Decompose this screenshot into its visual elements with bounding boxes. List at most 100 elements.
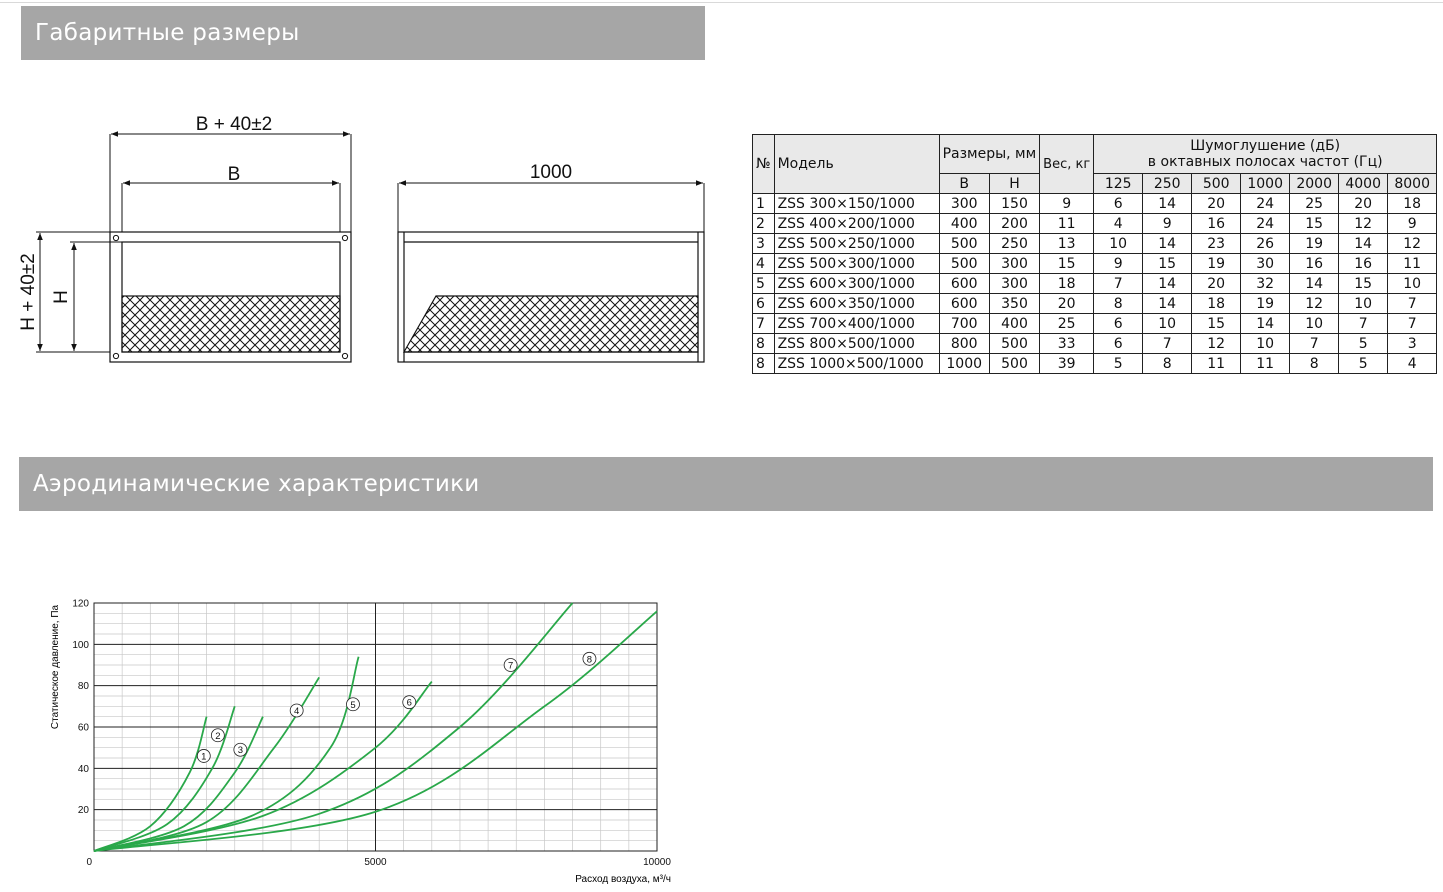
cell-no: 8 (752, 333, 775, 354)
cell-model: ZSS 800×500/1000 (773, 333, 940, 354)
series-label-1: 1 (201, 751, 206, 762)
cell-attenuation: 18 (1387, 193, 1438, 214)
table-row: 6 ZSS 600×350/1000 600 350 20 8 14 18 19 12 10 7 (752, 293, 1438, 314)
y-tick-label: 100 (72, 640, 89, 651)
series-label-6: 6 (407, 698, 412, 709)
cell-b: 400 (938, 213, 990, 234)
side-view-drawing: 1000 (397, 162, 705, 363)
cell-h: 300 (988, 273, 1041, 294)
cell-h: 350 (988, 293, 1041, 314)
th-noise-line2: в октавных полосах частот (Гц) (1147, 154, 1383, 170)
cell-attenuation: 24 (1240, 193, 1291, 214)
cell-attenuation: 23 (1191, 233, 1242, 254)
cell-attenuation: 16 (1338, 253, 1389, 274)
cell-attenuation: 10 (1387, 273, 1438, 294)
cell-h: 150 (988, 193, 1041, 214)
table-row: 1 ZSS 300×150/1000 300 150 9 6 14 20 24 25 20 18 (752, 193, 1438, 214)
th-freq: 250 (1142, 173, 1193, 194)
section-title-dimensions: Габаритные размеры (21, 6, 705, 60)
cell-no: 3 (752, 233, 775, 254)
cell-attenuation: 6 (1093, 193, 1144, 214)
th-freq: 4000 (1338, 173, 1389, 194)
cell-weight: 15 (1039, 253, 1095, 274)
series-label-2: 2 (215, 731, 220, 742)
cell-attenuation: 14 (1289, 273, 1340, 294)
th-b: B (938, 173, 990, 194)
cell-attenuation: 10 (1289, 313, 1340, 334)
cell-attenuation: 19 (1191, 253, 1242, 274)
th-noise-line1: Шумоглушение (дБ) (1190, 138, 1341, 154)
cell-h: 200 (988, 213, 1041, 234)
cell-attenuation: 7 (1387, 293, 1438, 314)
section-title-aero: Аэродинамические характеристики (19, 457, 1433, 511)
cell-attenuation: 12 (1338, 213, 1389, 234)
y-tick-label: 60 (78, 723, 90, 734)
y-tick-label: 80 (78, 681, 90, 692)
cell-attenuation: 26 (1240, 233, 1291, 254)
cell-weight: 39 (1039, 353, 1095, 374)
cell-h: 250 (988, 233, 1041, 254)
cell-attenuation: 10 (1338, 293, 1389, 314)
x-tick-label: 5000 (364, 857, 387, 868)
th-size: Размеры, мм (938, 134, 1041, 174)
cell-model: ZSS 700×400/1000 (773, 313, 940, 334)
outer-width-label: B + 40±2 (196, 114, 272, 135)
cell-weight: 18 (1039, 273, 1095, 294)
series-label-4: 4 (294, 706, 299, 717)
cell-h: 500 (988, 333, 1041, 354)
cell-weight: 25 (1039, 313, 1095, 334)
cell-model: ZSS 1000×500/1000 (773, 353, 940, 374)
cell-attenuation: 11 (1191, 353, 1242, 374)
inner-height-label: H (51, 290, 72, 304)
cell-attenuation: 16 (1191, 213, 1242, 234)
th-noise: Шумоглушение (дБ) в октавных полосах час… (1093, 134, 1438, 174)
cell-attenuation: 32 (1240, 273, 1291, 294)
cell-attenuation: 19 (1289, 233, 1340, 254)
th-no: № (752, 134, 775, 194)
cell-no: 6 (752, 293, 775, 314)
length-label: 1000 (530, 162, 572, 183)
cell-model: ZSS 300×150/1000 (773, 193, 940, 214)
cell-weight: 9 (1039, 193, 1095, 214)
x-tick-label: 10000 (643, 857, 671, 868)
cell-attenuation: 20 (1191, 193, 1242, 214)
cell-weight: 20 (1039, 293, 1095, 314)
cell-model: ZSS 500×250/1000 (773, 233, 940, 254)
cell-b: 700 (938, 313, 990, 334)
th-freq: 1000 (1240, 173, 1291, 194)
y-axis-label: Статическое давление, Па (50, 604, 61, 729)
front-view-drawing: B + 40±2 B H + 40±2 H (18, 114, 352, 363)
side-absorber-hatch (402, 295, 699, 353)
cell-attenuation: 12 (1191, 333, 1242, 354)
series-label-5: 5 (350, 700, 355, 711)
cell-no: 2 (752, 213, 775, 234)
th-freq: 8000 (1387, 173, 1438, 194)
cell-attenuation: 14 (1142, 293, 1193, 314)
y-tick-label: 120 (72, 599, 89, 610)
cell-no: 7 (752, 313, 775, 334)
cell-attenuation: 8 (1289, 353, 1340, 374)
cell-b: 300 (938, 193, 990, 214)
x-axis-label: Расход воздуха, м³/ч (575, 874, 671, 885)
cell-attenuation: 7 (1093, 273, 1144, 294)
cell-no: 1 (752, 193, 775, 214)
cell-attenuation: 5 (1338, 353, 1389, 374)
cell-attenuation: 7 (1142, 333, 1193, 354)
cell-attenuation: 5 (1338, 333, 1389, 354)
table-row: 7 ZSS 700×400/1000 700 400 25 6 10 15 14 10 7 7 (752, 313, 1438, 334)
th-freq: 125 (1093, 173, 1144, 194)
cell-attenuation: 15 (1142, 253, 1193, 274)
cell-attenuation: 12 (1289, 293, 1340, 314)
cell-attenuation: 14 (1142, 233, 1193, 254)
x-tick-label: 0 (86, 857, 92, 868)
cell-model: ZSS 500×300/1000 (773, 253, 940, 274)
cell-no: 5 (752, 273, 775, 294)
cell-attenuation: 24 (1240, 213, 1291, 234)
cell-attenuation: 4 (1387, 353, 1438, 374)
cell-attenuation: 7 (1338, 313, 1389, 334)
cell-model: ZSS 600×350/1000 (773, 293, 940, 314)
cell-h: 400 (988, 313, 1041, 334)
cell-attenuation: 20 (1338, 193, 1389, 214)
cell-attenuation: 16 (1289, 253, 1340, 274)
th-freq: 2000 (1289, 173, 1340, 194)
